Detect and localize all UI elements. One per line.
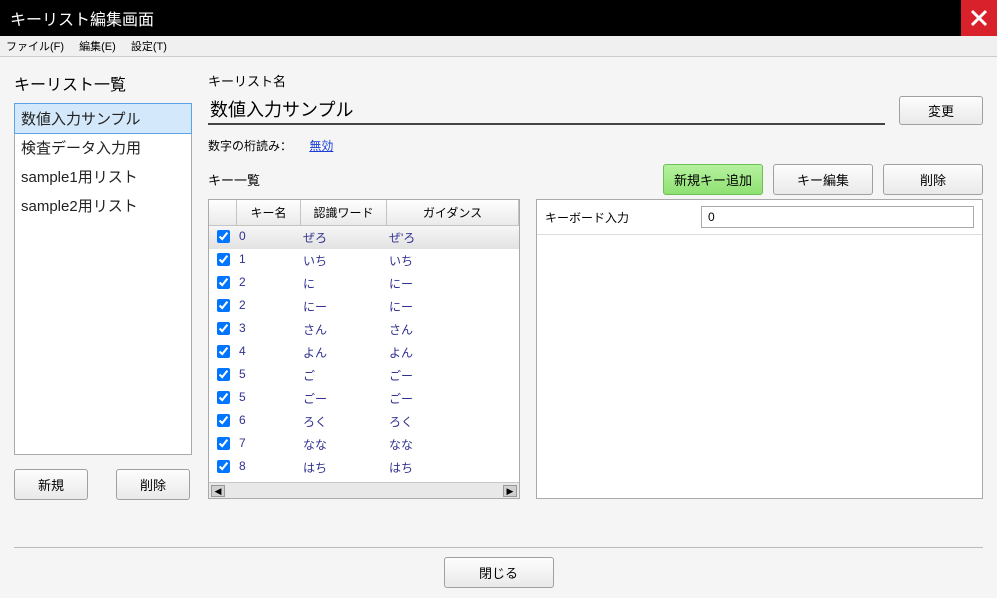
key-table[interactable]: キー名 認識ワード ガイダンス 0ぜろぜ'ろ1いちいち2ににー2にーにー3さんさ…	[208, 199, 520, 499]
keylist-item[interactable]: sample2用リスト	[15, 191, 191, 220]
cell-guidance: にー	[387, 295, 519, 318]
add-key-button[interactable]: 新規キー追加	[663, 164, 763, 195]
cell-key-name: 6	[237, 410, 301, 433]
table-row[interactable]: 8はちはち	[209, 456, 519, 479]
menu-file[interactable]: ファイル(F)	[6, 41, 64, 53]
cell-guidance: ごー	[387, 387, 519, 410]
window-title: キーリスト編集画面	[10, 6, 154, 30]
cell-rec-word: ごー	[301, 387, 387, 410]
col-guidance[interactable]: ガイダンス	[387, 200, 519, 225]
cell-key-name: 0	[237, 226, 301, 249]
keylist-name-input[interactable]	[208, 94, 885, 125]
key-section-label: キー一覧	[208, 170, 260, 189]
cell-guidance: ぜ'ろ	[387, 226, 519, 249]
digit-read-link[interactable]: 無効	[309, 139, 333, 153]
close-dialog-button[interactable]: 閉じる	[444, 557, 554, 588]
cell-guidance: ごー	[387, 364, 519, 387]
row-checkbox[interactable]	[217, 299, 230, 312]
table-row[interactable]: 5ごごー	[209, 364, 519, 387]
table-row[interactable]: 0ぜろぜ'ろ	[209, 226, 519, 249]
keylist-name-label: キーリスト名	[208, 71, 983, 90]
row-checkbox[interactable]	[217, 276, 230, 289]
close-button[interactable]	[961, 0, 997, 36]
row-checkbox[interactable]	[217, 437, 230, 450]
cell-key-name: 1	[237, 249, 301, 272]
edit-key-button[interactable]: キー編集	[773, 164, 873, 195]
cell-guidance: なな	[387, 433, 519, 456]
scroll-left-icon[interactable]: ◀	[211, 485, 225, 497]
kb-input-field[interactable]	[701, 206, 974, 228]
cell-guidance: よん	[387, 341, 519, 364]
cell-rec-word: いち	[301, 249, 387, 272]
cell-key-name: 2	[237, 272, 301, 295]
table-row[interactable]: 2にーにー	[209, 295, 519, 318]
table-row[interactable]: 1いちいち	[209, 249, 519, 272]
keyboard-panel: キーボード入力	[536, 199, 983, 499]
cell-key-name: 5	[237, 387, 301, 410]
row-checkbox[interactable]	[217, 322, 230, 335]
change-button[interactable]: 変更	[899, 96, 983, 125]
cell-rec-word: にー	[301, 295, 387, 318]
cell-guidance: にー	[387, 272, 519, 295]
cell-guidance: いち	[387, 249, 519, 272]
cell-rec-word: に	[301, 272, 387, 295]
menu-edit[interactable]: 編集(E)	[79, 41, 116, 53]
cell-key-name: 5	[237, 364, 301, 387]
cell-rec-word: はち	[301, 456, 387, 479]
table-row[interactable]: 4よんよん	[209, 341, 519, 364]
menu-settings[interactable]: 設定(T)	[131, 41, 167, 53]
cell-guidance: はち	[387, 456, 519, 479]
row-checkbox[interactable]	[217, 253, 230, 266]
cell-rec-word: なな	[301, 433, 387, 456]
table-row[interactable]: 3さんさん	[209, 318, 519, 341]
row-checkbox[interactable]	[217, 368, 230, 381]
row-checkbox[interactable]	[217, 345, 230, 358]
delete-keylist-button[interactable]: 削除	[116, 469, 190, 500]
col-key-name[interactable]: キー名	[237, 200, 301, 225]
table-row[interactable]: 2ににー	[209, 272, 519, 295]
cell-rec-word: ぜろ	[301, 226, 387, 249]
cell-rec-word: ろく	[301, 410, 387, 433]
row-checkbox[interactable]	[217, 230, 230, 243]
hscrollbar[interactable]: ◀ ▶	[209, 482, 519, 498]
cell-rec-word: よん	[301, 341, 387, 364]
cell-key-name: 4	[237, 341, 301, 364]
keylist-title: キーリスト一覧	[14, 71, 192, 95]
scroll-right-icon[interactable]: ▶	[503, 485, 517, 497]
cell-rec-word: ご	[301, 364, 387, 387]
cell-key-name: 8	[237, 456, 301, 479]
divider	[14, 547, 983, 548]
row-checkbox[interactable]	[217, 414, 230, 427]
row-checkbox[interactable]	[217, 460, 230, 473]
menu-bar: ファイル(F) 編集(E) 設定(T)	[0, 36, 997, 57]
col-check	[209, 200, 237, 225]
cell-guidance: さん	[387, 318, 519, 341]
table-row[interactable]: 5ごーごー	[209, 387, 519, 410]
row-checkbox[interactable]	[217, 391, 230, 404]
kb-input-label: キーボード入力	[545, 209, 701, 226]
table-row[interactable]: 6ろくろく	[209, 410, 519, 433]
keylist-item[interactable]: 数値入力サンプル	[14, 103, 192, 134]
cell-key-name: 2	[237, 295, 301, 318]
table-row[interactable]: 7なななな	[209, 433, 519, 456]
keylist-item[interactable]: 検査データ入力用	[15, 133, 191, 162]
close-icon	[970, 9, 988, 27]
cell-key-name: 7	[237, 433, 301, 456]
cell-rec-word: さん	[301, 318, 387, 341]
cell-key-name: 3	[237, 318, 301, 341]
col-rec-word[interactable]: 認識ワード	[301, 200, 387, 225]
new-keylist-button[interactable]: 新規	[14, 469, 88, 500]
keylist-item[interactable]: sample1用リスト	[15, 162, 191, 191]
delete-key-button[interactable]: 削除	[883, 164, 983, 195]
digit-read-label: 数字の桁読み：	[208, 139, 292, 153]
cell-guidance: ろく	[387, 410, 519, 433]
keylist-box[interactable]: 数値入力サンプル検査データ入力用sample1用リストsample2用リスト	[14, 103, 192, 455]
